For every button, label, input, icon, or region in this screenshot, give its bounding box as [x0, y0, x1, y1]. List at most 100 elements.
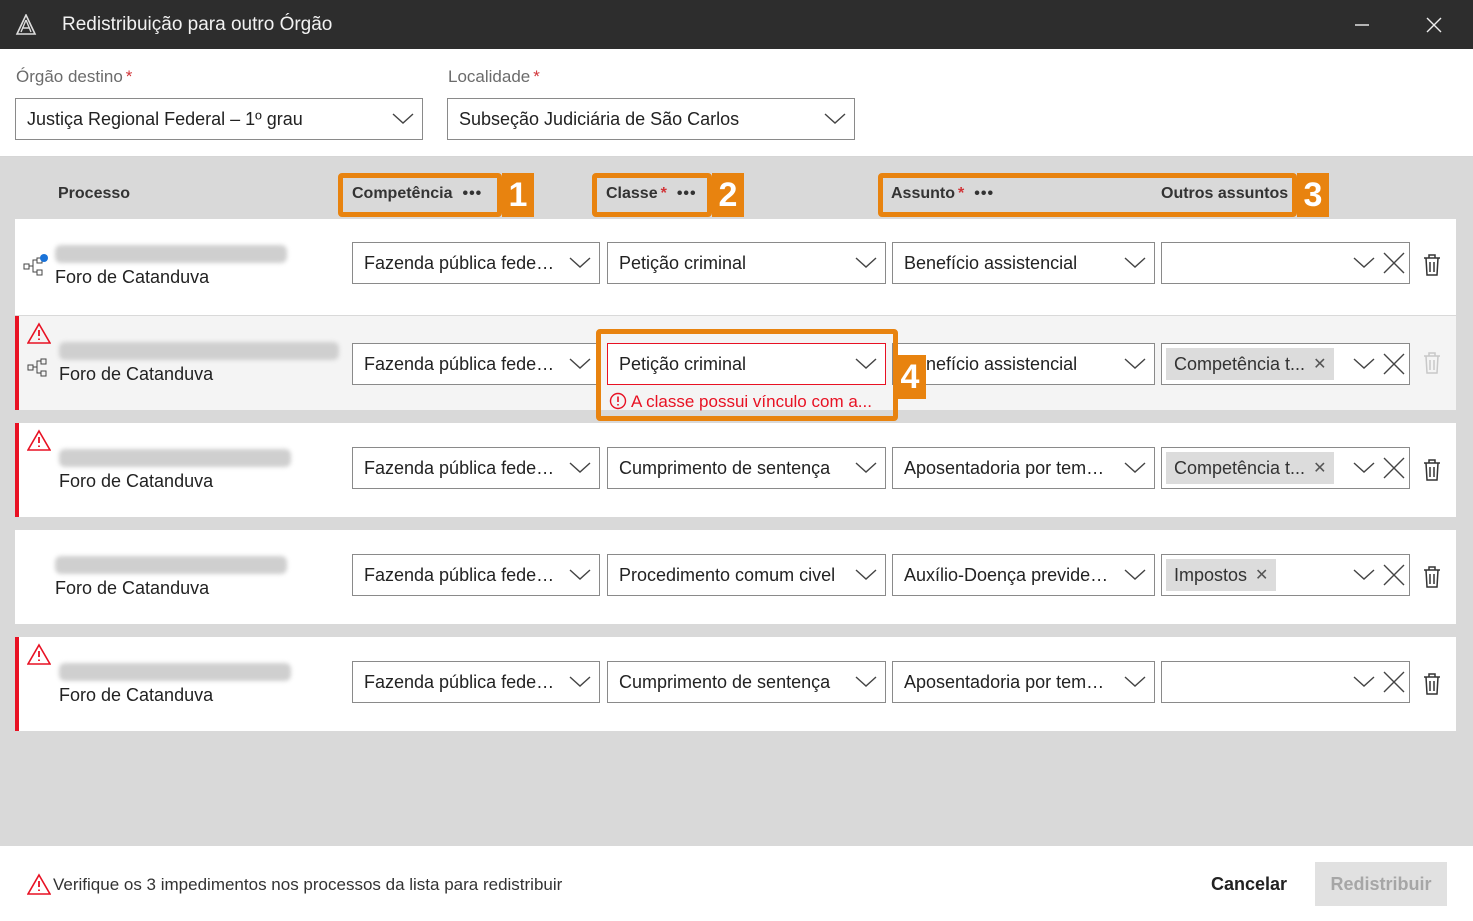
chevron-down-icon — [847, 448, 885, 488]
minimize-icon — [1355, 24, 1369, 26]
trash-icon[interactable] — [1421, 252, 1443, 278]
chevron-down-icon — [561, 448, 599, 488]
chevron-down-icon — [847, 243, 885, 283]
classe-select[interactable]: Cumprimento de sentença — [607, 447, 886, 489]
orgao-label: Órgão destino * — [16, 67, 133, 86]
header-processo: Processo — [58, 185, 131, 202]
callout-box-3 — [878, 173, 1297, 217]
classe-select[interactable]: Cumprimento de sentença — [607, 661, 886, 703]
warning-icon — [27, 322, 51, 344]
outros-assuntos-select[interactable] — [1161, 661, 1410, 703]
table-row[interactable]: Foro de Catanduva Fazenda pública federa… — [15, 637, 1456, 731]
chevron-down-icon — [1116, 243, 1154, 283]
process-number-redacted — [59, 342, 339, 360]
chevron-down-icon — [1116, 448, 1154, 488]
outros-assuntos-select[interactable]: Impostos ✕ — [1161, 554, 1410, 596]
classe-select[interactable]: Petição criminal — [607, 242, 886, 284]
destination-panel: Órgão destino * Justiça Regional Federal … — [0, 49, 1473, 157]
window-title: Redistribuição para outro Órgão — [62, 14, 333, 35]
callout-box-2 — [592, 173, 712, 217]
trash-icon[interactable] — [1421, 671, 1443, 697]
callout-number-2: 2 — [712, 173, 744, 217]
clear-icon[interactable] — [1379, 555, 1409, 595]
callout-box-1 — [338, 173, 502, 217]
callout-number-1: 1 — [502, 173, 534, 217]
table-row[interactable]: Foro de Catanduva Fazenda pública federa… — [15, 423, 1456, 517]
assunto-chip: Competência t... ✕ — [1166, 452, 1335, 484]
remove-chip-icon[interactable]: ✕ — [1313, 458, 1326, 478]
footer: Verifique os 3 impedimentos nos processo… — [0, 846, 1473, 921]
orgao-destino-select[interactable]: Justiça Regional Federal – 1º grau — [15, 98, 423, 140]
trash-icon[interactable] — [1421, 457, 1443, 483]
chevron-down-icon — [1349, 555, 1379, 595]
footer-warning-text: Verifique os 3 impedimentos nos processo… — [53, 875, 563, 894]
warning-icon — [27, 643, 51, 665]
foro-label: Foro de Catanduva — [59, 685, 214, 705]
chevron-down-icon — [1349, 662, 1379, 702]
process-number-redacted — [55, 556, 287, 574]
chevron-down-icon — [847, 662, 885, 702]
foro-label: Foro de Catanduva — [59, 471, 214, 491]
redistribuir-button[interactable]: Redistribuir — [1315, 862, 1447, 906]
localidade-select[interactable]: Subseção Judiciária de São Carlos — [447, 98, 855, 140]
remove-chip-icon[interactable]: ✕ — [1255, 565, 1268, 585]
competencia-select[interactable]: Fazenda pública federal — [352, 447, 600, 489]
competencia-select[interactable]: Fazenda pública federal — [352, 343, 600, 385]
callout-box-4 — [596, 329, 898, 421]
clear-icon[interactable] — [1379, 344, 1409, 384]
remove-chip-icon[interactable]: ✕ — [1313, 354, 1326, 374]
title-bar: Redistribuição para outro Órgão — [0, 0, 1473, 49]
clear-icon[interactable] — [1379, 448, 1409, 488]
chevron-down-icon — [1349, 344, 1379, 384]
chevron-down-icon — [816, 99, 854, 139]
assunto-select[interactable]: Auxílio-Doença previden... — [892, 554, 1155, 596]
minimize-button[interactable] — [1344, 8, 1380, 42]
trash-icon[interactable] — [1421, 564, 1443, 590]
chevron-down-icon — [1116, 555, 1154, 595]
outros-assuntos-select[interactable] — [1161, 242, 1410, 284]
process-number-redacted — [59, 663, 291, 681]
chevron-down-icon — [384, 99, 422, 139]
clear-icon[interactable] — [1379, 243, 1409, 283]
hierarchy-icon — [23, 254, 48, 276]
chevron-down-icon — [1349, 243, 1379, 283]
chevron-down-icon — [561, 344, 599, 384]
classe-select[interactable]: Procedimento comum civel — [607, 554, 886, 596]
assunto-select[interactable]: Benefício assistencial — [892, 343, 1155, 385]
trash-icon-disabled — [1424, 352, 1440, 374]
callout-number-3: 3 — [1297, 173, 1329, 217]
warning-icon — [27, 429, 51, 451]
close-button[interactable] — [1416, 8, 1452, 42]
competencia-select[interactable]: Fazenda pública federal — [352, 554, 600, 596]
warning-icon — [27, 873, 51, 895]
cancel-button[interactable]: Cancelar — [1196, 862, 1302, 906]
outros-assuntos-select[interactable]: Competência t... ✕ — [1161, 447, 1410, 489]
competencia-select[interactable]: Fazenda pública federal — [352, 242, 600, 284]
process-grid: Processo Competência ••• Classe * ••• Assun… — [0, 157, 1473, 846]
assunto-select[interactable]: Aposentadoria por temp... — [892, 661, 1155, 703]
foro-label: Foro de Catanduva — [55, 578, 210, 598]
close-icon — [1426, 17, 1442, 33]
hierarchy-icon — [27, 358, 47, 377]
competencia-select[interactable]: Fazenda pública federal — [352, 661, 600, 703]
chevron-down-icon — [561, 662, 599, 702]
assunto-chip: Impostos ✕ — [1166, 559, 1277, 591]
chevron-down-icon — [561, 243, 599, 283]
chevron-down-icon — [1116, 344, 1154, 384]
outros-assuntos-select[interactable]: Competência t... ✕ — [1161, 343, 1410, 385]
assunto-select[interactable]: Benefício assistencial — [892, 242, 1155, 284]
process-number-redacted — [59, 449, 291, 467]
callout-number-4: 4 — [894, 355, 926, 399]
assunto-select[interactable]: Aposentadoria por temp... — [892, 447, 1155, 489]
chevron-down-icon — [561, 555, 599, 595]
foro-label: Foro de Catanduva — [55, 267, 210, 287]
table-row[interactable]: Foro de Catanduva Fazenda pública federa… — [15, 219, 1456, 315]
chevron-down-icon — [1349, 448, 1379, 488]
localidade-label: Localidade * — [448, 67, 540, 86]
clear-icon[interactable] — [1379, 662, 1409, 702]
chevron-down-icon — [1116, 662, 1154, 702]
app-logo-icon — [15, 14, 37, 35]
chevron-down-icon — [847, 555, 885, 595]
foro-label: Foro de Catanduva — [59, 364, 214, 384]
table-row[interactable]: Foro de Catanduva Fazenda pública federa… — [15, 530, 1456, 624]
